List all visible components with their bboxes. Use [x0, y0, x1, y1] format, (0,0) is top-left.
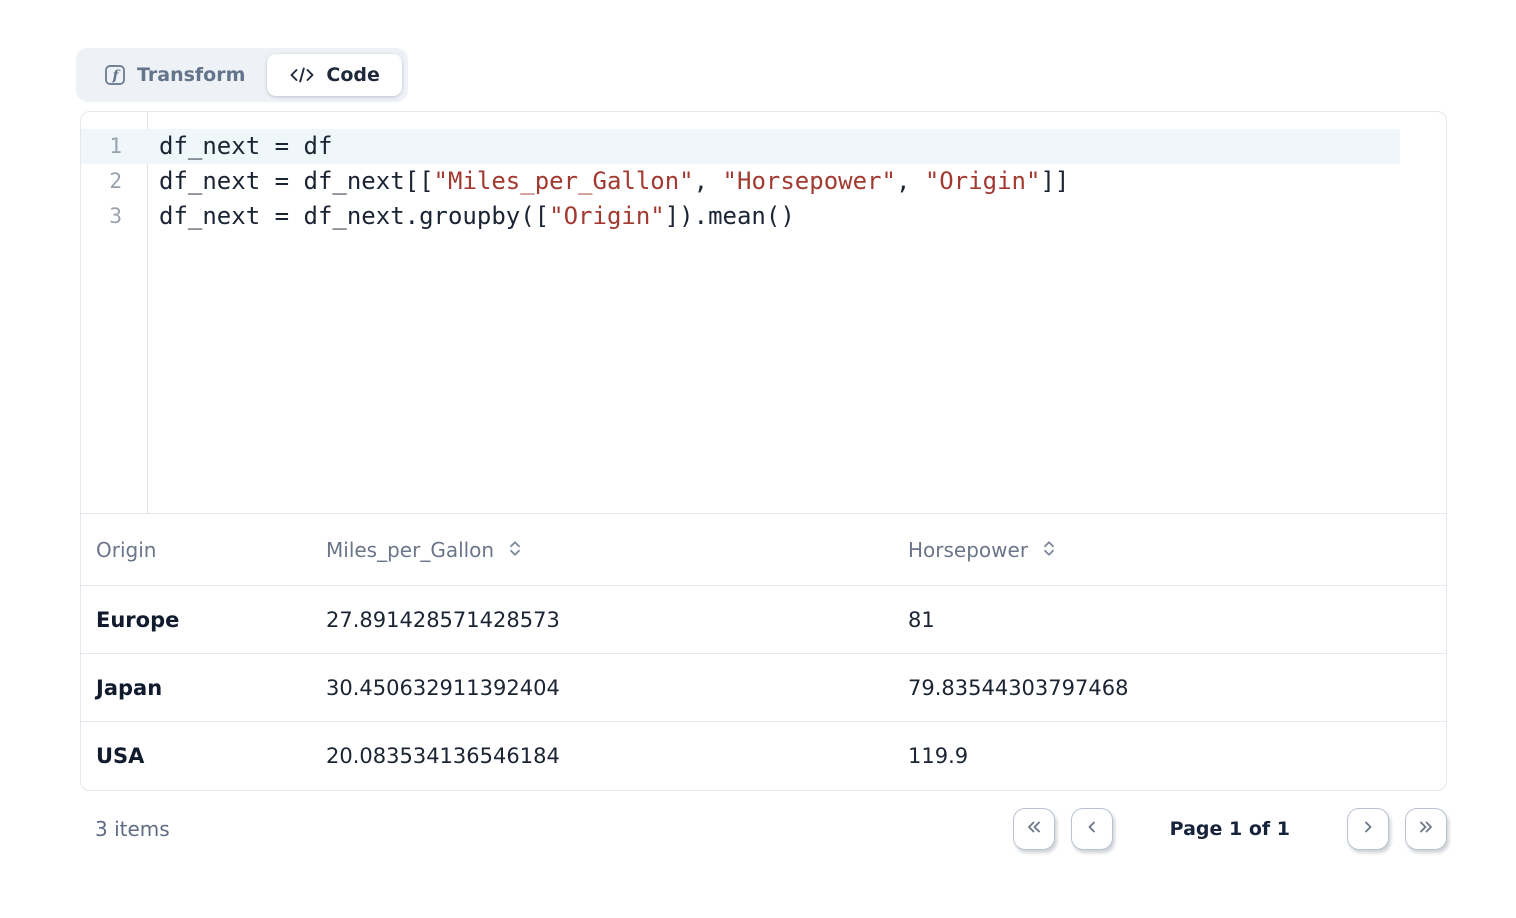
first-page-button[interactable]: [1013, 808, 1055, 850]
code-editor[interactable]: 1df_next = df2df_next = df_next[["Miles_…: [81, 112, 1446, 514]
cell-miles-per-gallon: 27.891428571428573: [311, 608, 893, 632]
column-header-horsepower[interactable]: Horsepower: [893, 538, 1446, 562]
cell-origin: Europe: [81, 608, 311, 632]
cell-origin: Japan: [81, 676, 311, 700]
tab-code[interactable]: Code: [267, 54, 401, 96]
tab-transform-label: Transform: [137, 64, 245, 86]
code-text: df_next = df_next.groupby(["Origin"]).me…: [147, 199, 795, 234]
next-page-button[interactable]: [1347, 808, 1389, 850]
line-number: 2: [81, 164, 147, 199]
table-body: Europe27.89142857142857381Japan30.450632…: [81, 586, 1446, 790]
column-label: Horsepower: [908, 538, 1028, 562]
chevron-double-left-icon: [1025, 819, 1043, 839]
sort-icon[interactable]: [508, 538, 522, 562]
table-footer: 3 items Page 1 of 1: [80, 808, 1447, 850]
tab-transform[interactable]: f Transform: [82, 54, 267, 96]
cell-origin: USA: [81, 744, 311, 768]
code-line[interactable]: 1df_next = df: [81, 129, 1446, 164]
last-page-button[interactable]: [1405, 808, 1447, 850]
items-count: 3 items: [80, 817, 170, 841]
pagination: Page 1 of 1: [1013, 808, 1447, 850]
code-text: df_next = df: [147, 129, 332, 164]
chevron-left-icon: [1084, 819, 1100, 839]
column-header-origin: Origin: [81, 538, 311, 562]
cell-miles-per-gallon: 30.450632911392404: [311, 676, 893, 700]
column-label: Miles_per_Gallon: [326, 538, 494, 562]
column-header-miles-per-gallon[interactable]: Miles_per_Gallon: [311, 538, 893, 562]
code-line[interactable]: 2df_next = df_next[["Miles_per_Gallon", …: [81, 164, 1446, 199]
code-icon: [289, 66, 315, 84]
page-indicator: Page 1 of 1: [1170, 818, 1290, 840]
column-label: Origin: [96, 538, 156, 562]
line-number: 3: [81, 199, 147, 234]
table-header-row: Origin Miles_per_Gallon Horsepower: [81, 514, 1446, 586]
chevron-right-icon: [1360, 819, 1376, 839]
line-number: 1: [81, 129, 147, 164]
cell-horsepower: 81: [893, 608, 1446, 632]
chevron-double-right-icon: [1417, 819, 1435, 839]
svg-text:f: f: [111, 68, 121, 84]
table-row: Europe27.89142857142857381: [81, 586, 1446, 654]
table-row: USA20.083534136546184119.9: [81, 722, 1446, 790]
cell-horsepower: 79.83544303797468: [893, 676, 1446, 700]
code-text: df_next = df_next[["Miles_per_Gallon", "…: [147, 164, 1069, 199]
table-row: Japan30.45063291139240479.83544303797468: [81, 654, 1446, 722]
function-icon: f: [104, 64, 126, 86]
previous-page-button[interactable]: [1071, 808, 1113, 850]
cell-horsepower: 119.9: [893, 744, 1446, 768]
sort-icon[interactable]: [1042, 538, 1056, 562]
view-switcher: f Transform Code: [76, 48, 408, 102]
code-and-preview-panel: 1df_next = df2df_next = df_next[["Miles_…: [80, 111, 1447, 791]
cell-miles-per-gallon: 20.083534136546184: [311, 744, 893, 768]
code-line[interactable]: 3df_next = df_next.groupby(["Origin"]).m…: [81, 199, 1446, 234]
tab-code-label: Code: [326, 64, 379, 86]
code-lines: 1df_next = df2df_next = df_next[["Miles_…: [81, 129, 1446, 234]
